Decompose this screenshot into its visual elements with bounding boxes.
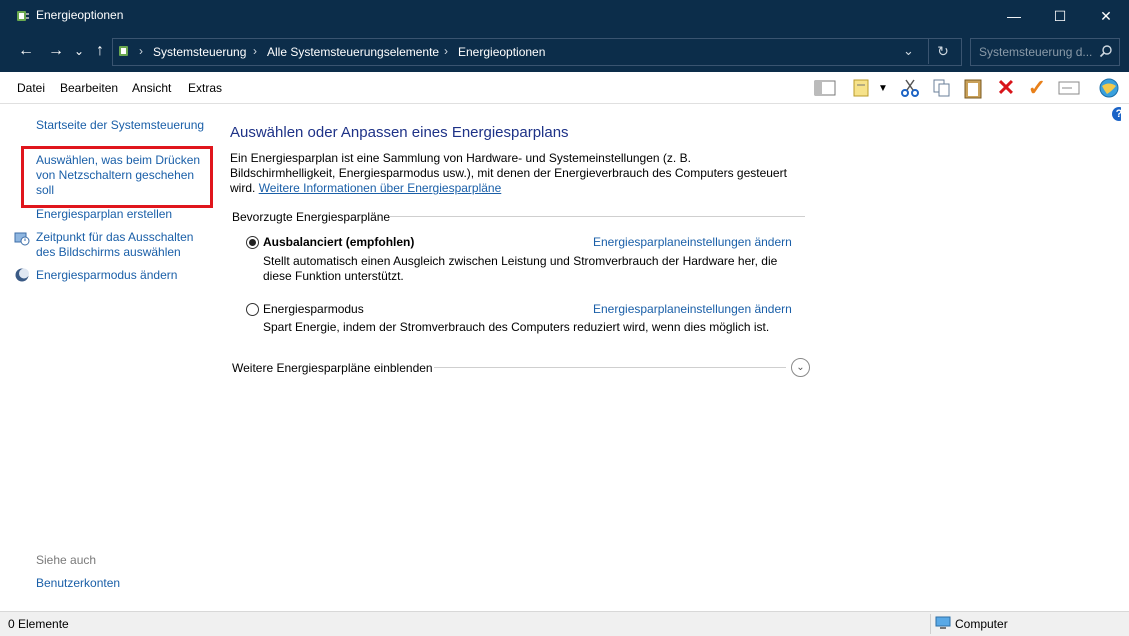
plan-desc-ausbalanciert: Stellt automatisch einen Ausgleich zwisc… bbox=[263, 254, 778, 283]
copy-icon[interactable] bbox=[930, 76, 954, 100]
breadcrumb-alle-elemente[interactable]: Alle Systemsteuerungselemente bbox=[267, 45, 439, 59]
properties-dropdown-icon[interactable]: ▼ bbox=[877, 76, 889, 100]
group-divider bbox=[390, 216, 805, 217]
breadcrumb-separator: › bbox=[139, 44, 143, 58]
item-count: 0 Elemente bbox=[8, 617, 69, 631]
link-energiesparplan-erstellen[interactable]: Energiesparplan erstellen bbox=[36, 207, 216, 222]
up-button[interactable]: ↑ bbox=[89, 40, 111, 62]
address-bar-row: ← → ⌄ ↑ › Systemsteuerung › Alle Systems… bbox=[0, 32, 1129, 72]
status-bar: 0 Elemente Computer bbox=[0, 611, 1129, 636]
maximize-button[interactable]: ☐ bbox=[1037, 0, 1083, 32]
rename-icon[interactable] bbox=[1057, 76, 1081, 100]
link-benutzerkonten[interactable]: Benutzerkonten bbox=[36, 576, 120, 591]
power-options-icon bbox=[17, 11, 29, 21]
breadcrumb-energieoptionen[interactable]: Energieoptionen bbox=[458, 45, 545, 59]
delete-icon[interactable]: ✕ bbox=[994, 75, 1018, 100]
page-description: Ein Energiesparplan ist eine Sammlung vo… bbox=[230, 151, 790, 196]
more-plans-label[interactable]: Weitere Energiesparpläne einblenden bbox=[232, 361, 433, 375]
menu-datei[interactable]: Datei bbox=[17, 81, 45, 95]
window-title: Energieoptionen bbox=[36, 8, 124, 22]
plan-name-ausbalanciert[interactable]: Ausbalanciert (empfohlen) bbox=[263, 235, 414, 249]
properties-icon[interactable] bbox=[851, 76, 875, 100]
address-field[interactable]: › Systemsteuerung › Alle Systemsteuerung… bbox=[112, 38, 962, 66]
radio-ausbalanciert[interactable] bbox=[246, 236, 259, 249]
back-button[interactable]: ← bbox=[15, 40, 37, 62]
menu-ansicht[interactable]: Ansicht bbox=[132, 81, 171, 95]
paste-icon[interactable] bbox=[961, 76, 985, 100]
search-icon bbox=[1099, 45, 1112, 58]
location-label: Computer bbox=[955, 617, 1008, 631]
plan-settings-link-ausbalanciert[interactable]: Energiesparplaneinstellungen ändern bbox=[593, 235, 792, 249]
plan-settings-link-energiesparmodus[interactable]: Energiesparplaneinstellungen ändern bbox=[593, 302, 792, 316]
menu-bearbeiten[interactable]: Bearbeiten bbox=[60, 81, 118, 95]
link-bildschirm-ausschalten[interactable]: Zeitpunkt für das Ausschalten des Bildsc… bbox=[36, 230, 211, 260]
moon-icon bbox=[15, 268, 29, 282]
refresh-button[interactable]: ↻ bbox=[928, 38, 957, 64]
recent-locations-button[interactable]: ⌄ bbox=[68, 40, 90, 62]
link-energiesparmodus-aendern[interactable]: Energiesparmodus ändern bbox=[36, 268, 216, 283]
display-clock-icon bbox=[14, 232, 30, 246]
more-info-link[interactable]: Weitere Informationen über Energiesparpl… bbox=[259, 181, 502, 195]
address-dropdown-icon[interactable]: ⌄ bbox=[903, 43, 914, 59]
menu-extras[interactable]: Extras bbox=[188, 81, 222, 95]
plan-name-energiesparmodus[interactable]: Energiesparmodus bbox=[263, 302, 364, 316]
plan-desc-energiesparmodus: Spart Energie, indem der Stromverbrauch … bbox=[263, 320, 770, 334]
status-divider bbox=[930, 614, 931, 634]
minimize-button[interactable]: — bbox=[991, 0, 1037, 32]
link-systemsteuerung-startseite[interactable]: Startseite der Systemsteuerung bbox=[36, 118, 216, 133]
window: Energieoptionen — ☐ ✕ ← → ⌄ ↑ › Systemst… bbox=[0, 0, 1129, 636]
more-plans-divider bbox=[434, 367, 786, 368]
preview-pane-icon[interactable] bbox=[813, 76, 837, 100]
expand-chevron-icon[interactable]: ⌄ bbox=[791, 358, 810, 377]
search-placeholder: Systemsteuerung d... bbox=[979, 45, 1093, 59]
content-scroll-area bbox=[1121, 104, 1129, 609]
check-icon[interactable]: ✓ bbox=[1025, 75, 1049, 100]
computer-icon bbox=[935, 616, 951, 629]
cut-icon[interactable] bbox=[898, 76, 922, 100]
preferred-plans-label: Bevorzugte Energiesparpläne bbox=[232, 210, 391, 224]
radio-energiesparmodus[interactable] bbox=[246, 303, 259, 316]
menu-bar: Datei Bearbeiten Ansicht Extras ▼ ✕ ✓ bbox=[0, 72, 1129, 104]
breadcrumb-separator: › bbox=[253, 44, 257, 58]
title-bar: Energieoptionen — ☐ ✕ bbox=[0, 0, 1129, 32]
page-title: Auswählen oder Anpassen eines Energiespa… bbox=[230, 124, 569, 141]
globe-icon[interactable] bbox=[1097, 76, 1121, 100]
close-button[interactable]: ✕ bbox=[1083, 0, 1129, 32]
search-input[interactable]: Systemsteuerung d... bbox=[970, 38, 1120, 66]
red-highlight-box bbox=[21, 146, 213, 208]
breadcrumb-systemsteuerung[interactable]: Systemsteuerung bbox=[153, 45, 246, 59]
breadcrumb-separator: › bbox=[444, 44, 448, 58]
control-panel-icon bbox=[119, 46, 128, 56]
see-also-label: Siehe auch bbox=[36, 553, 97, 567]
forward-button[interactable]: → bbox=[45, 40, 67, 62]
